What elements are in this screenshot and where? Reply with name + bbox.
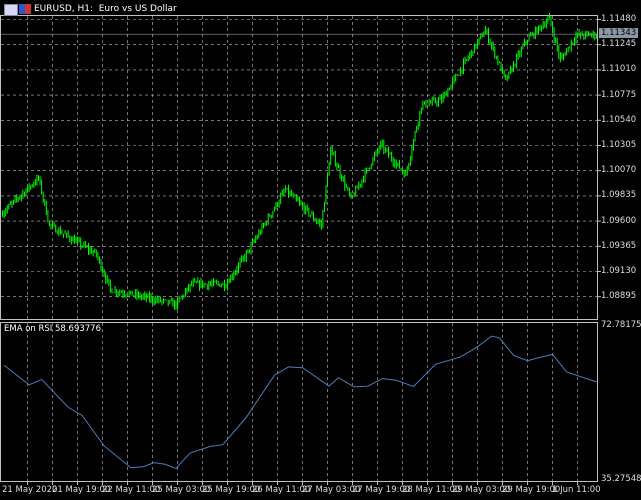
ema-rsi-line (3, 335, 597, 470)
current-price-label: 1.11343 (599, 28, 639, 38)
indicator-panel-frame (0, 322, 598, 482)
time-axis-label: 1 Jun 11:00 (552, 485, 601, 495)
price-axis-label: 1.09600 (601, 215, 637, 226)
price-axis-label: 1.08895 (601, 291, 637, 302)
price-axis-label: 1.09365 (601, 240, 637, 251)
time-axis-label: 21 May 2020 (2, 485, 58, 495)
main-panel-frame (0, 15, 598, 320)
indicator-min-label: 35.275487 (601, 474, 641, 484)
indicator-max-label: 72.781759 (601, 320, 641, 330)
price-axis-label: 1.11010 (601, 64, 637, 75)
price-axis-label: 1.11245 (601, 39, 637, 50)
price-axis-label: 1.10775 (601, 89, 637, 100)
price-axis-label: 1.10070 (601, 165, 637, 176)
price-axis-label: 1.10540 (601, 114, 637, 125)
price-axis-label: 1.09835 (601, 190, 637, 201)
indicator-label: EMA on RSI 58.693776 (4, 324, 101, 334)
symbol-flag-icon (19, 4, 31, 14)
chart-canvas[interactable] (0, 0, 641, 500)
price-axis-label: 1.10305 (601, 140, 637, 150)
price-axis-label: 1.11480 (601, 14, 637, 24)
chart-window-icon (4, 4, 18, 16)
price-axis-label: 1.09130 (601, 266, 637, 276)
chart-title: EURUSD, H1: Euro vs US Dollar (34, 4, 177, 14)
